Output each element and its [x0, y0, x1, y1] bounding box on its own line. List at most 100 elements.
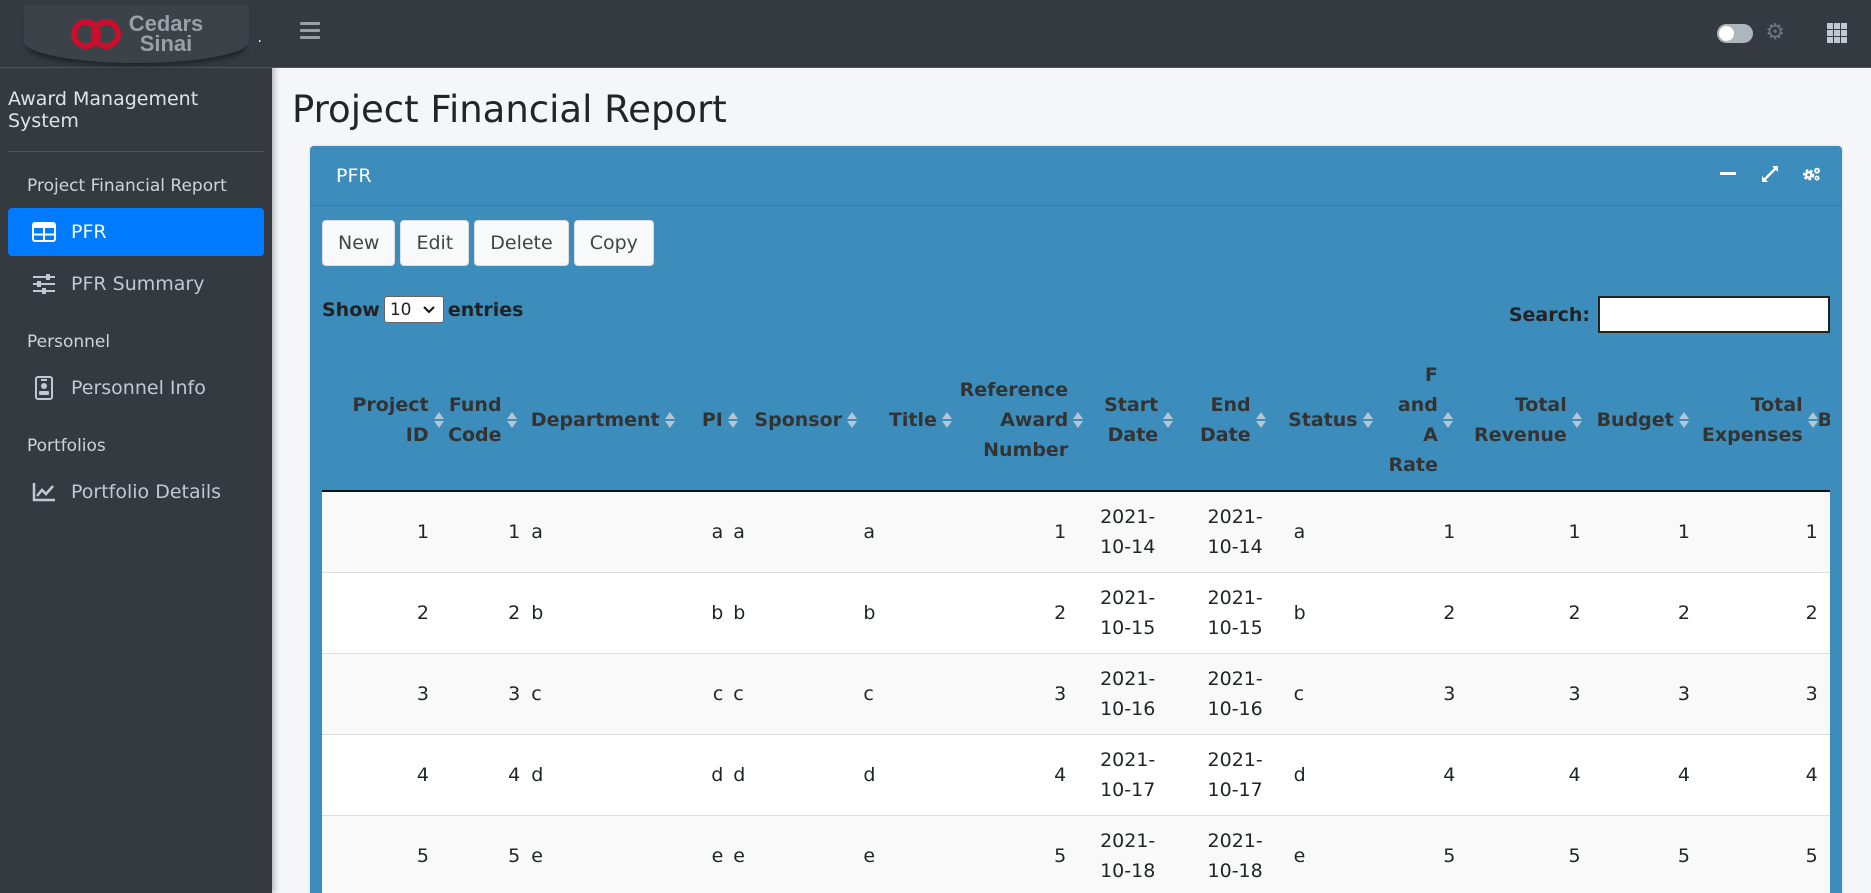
column-header[interactable]: Status — [1266, 350, 1373, 490]
column-header[interactable]: End Date — [1173, 350, 1266, 490]
table-icon — [31, 219, 57, 245]
sidebar-item-label: PFR — [71, 221, 107, 243]
table-cell: a — [531, 521, 543, 543]
column-header[interactable]: Reference Award Number — [952, 350, 1084, 490]
table-cell: d — [1293, 764, 1306, 786]
table-cell: a — [711, 521, 724, 543]
table-cell: 5 — [1568, 845, 1581, 867]
expand-icon[interactable] — [1760, 164, 1780, 184]
column-header[interactable]: Budget — [1582, 350, 1689, 490]
sort-icon — [1678, 412, 1689, 428]
table-cell: 5 — [508, 845, 521, 867]
table-cell: 1 — [1677, 521, 1690, 543]
table-row[interactable]: 3 3 c c c c 3 2021- 10-16 2021- 10-16 c 3 3 3 3 — [322, 654, 1830, 735]
brand-dot: . — [257, 30, 262, 46]
table-cell: 2021- 10-16 — [1100, 668, 1156, 720]
column-header[interactable]: Project ID — [322, 350, 444, 490]
column-header[interactable]: Fund Code — [444, 350, 517, 490]
sidebar: Cedars Sinai . Award Management System P… — [0, 0, 272, 893]
column-header[interactable]: Department — [517, 350, 675, 490]
table-cell: e — [1293, 845, 1306, 867]
logo-mark-icon — [69, 13, 123, 55]
table-cell: d — [863, 764, 876, 786]
table-cell: a — [1293, 521, 1306, 543]
search-label: Search: — [1508, 303, 1590, 326]
new-button[interactable]: New — [322, 220, 396, 266]
sidebar-item-label: Personnel Info — [71, 377, 206, 399]
table-cell: 2 — [1805, 602, 1818, 624]
table-cell: 2 — [1054, 602, 1067, 624]
table-search: Search: — [1509, 296, 1830, 333]
table-body: 1 1 a a a a 1 2021- 10-14 2021- 10-14 a 1 1 1 1 2 2 b b b b… — [322, 492, 1830, 893]
sort-icon — [727, 412, 738, 428]
column-header[interactable]: F and A Rate — [1373, 350, 1453, 490]
nav-header-pfr: Project Financial Report — [27, 176, 227, 196]
edit-button[interactable]: Edit — [400, 220, 470, 266]
column-header[interactable]: Start Date — [1083, 350, 1174, 490]
entries-length-select[interactable]: 10 — [383, 296, 444, 323]
column-header[interactable]: Sponsor — [738, 350, 858, 490]
column-header[interactable]: Total Revenue — [1453, 350, 1582, 490]
sidebar-item-portfolio-details[interactable]: Portfolio Details — [8, 468, 264, 516]
table-cell: 4 — [1805, 764, 1818, 786]
table-cell: 2021- 10-16 — [1207, 668, 1263, 720]
table-cell: b — [863, 602, 876, 624]
column-header-label: Total Expenses — [1701, 394, 1803, 446]
table-cell: 3 — [1054, 683, 1067, 705]
table-cell: 4 — [1677, 764, 1690, 786]
table-row[interactable]: 5 5 e e e e 5 2021- 10-18 2021- 10-18 e 5 5 5 5 — [322, 816, 1830, 893]
gears-icon[interactable] — [1802, 164, 1822, 184]
table-cell: 1 — [508, 521, 521, 543]
table-row[interactable]: 4 4 d d d d 4 2021- 10-17 2021- 10-17 d 4 4 4 4 — [322, 735, 1830, 816]
sidebar-item-personnel-info[interactable]: Personnel Info — [8, 364, 264, 412]
pfr-card: PFR New Edit Delete Copy Show 10 entries… — [310, 146, 1842, 893]
table-cell: b — [1293, 602, 1306, 624]
app-name: Award Management System — [8, 68, 264, 152]
sidebar-item-pfr-summary[interactable]: PFR Summary — [8, 260, 264, 308]
pfr-table: Project ID Fund Code Department PI Sponsor Ti… — [322, 350, 1830, 893]
column-header[interactable]: PI — [675, 350, 738, 490]
column-header-label: B — [1817, 409, 1830, 431]
table-row[interactable]: 1 1 a a a a 1 2021- 10-14 2021- 10-14 a 1 1 1 1 — [322, 492, 1830, 573]
search-input[interactable] — [1598, 296, 1830, 333]
column-header[interactable]: B — [1818, 350, 1830, 490]
card-title: PFR — [336, 164, 372, 187]
table-cell: 4 — [1443, 764, 1456, 786]
brand-link[interactable]: Cedars Sinai . — [0, 0, 272, 68]
chevron-down-icon — [423, 305, 436, 313]
apps-grid-icon[interactable] — [1827, 23, 1847, 43]
sort-icon — [941, 412, 952, 428]
sort-icon — [1163, 412, 1174, 428]
table-cell: c — [1293, 683, 1305, 705]
table-cell: b — [531, 602, 544, 624]
table-cell: 5 — [416, 845, 429, 867]
table-row[interactable]: 2 2 b b b b 2 2021- 10-15 2021- 10-15 b 2 2 2 2 — [322, 573, 1830, 654]
copy-button[interactable]: Copy — [573, 220, 654, 266]
dark-mode-toggle[interactable] — [1717, 24, 1753, 43]
table-cell: 3 — [1568, 683, 1581, 705]
minus-icon[interactable] — [1718, 164, 1738, 184]
show-label: Show — [322, 298, 380, 321]
column-header-label: Department — [530, 409, 660, 431]
table-cell: 2 — [1443, 602, 1456, 624]
table-cell: 2021- 10-17 — [1100, 749, 1156, 801]
column-header[interactable]: Title — [857, 350, 952, 490]
sort-icon — [1073, 412, 1084, 428]
column-header-label: Start Date — [1104, 394, 1159, 446]
column-header[interactable]: Total Expenses — [1689, 350, 1818, 490]
table-cell: e — [863, 845, 876, 867]
sidebar-item-label: PFR Summary — [71, 273, 205, 295]
sort-icon — [1255, 412, 1266, 428]
table-cell: c — [733, 683, 744, 705]
table-cell: 2021- 10-18 — [1100, 830, 1156, 882]
cedars-sinai-logo: Cedars Sinai — [23, 4, 249, 63]
sort-icon — [1442, 412, 1453, 428]
table-cell: c — [531, 683, 542, 705]
hamburger-menu-icon[interactable] — [300, 22, 320, 40]
table-cell: 4 — [416, 764, 429, 786]
entries-length-value: 10 — [389, 299, 412, 320]
page-title: Project Financial Report — [292, 88, 727, 131]
table-cell: 3 — [1805, 683, 1818, 705]
delete-button[interactable]: Delete — [474, 220, 569, 266]
sidebar-item-pfr[interactable]: PFR — [8, 208, 264, 256]
